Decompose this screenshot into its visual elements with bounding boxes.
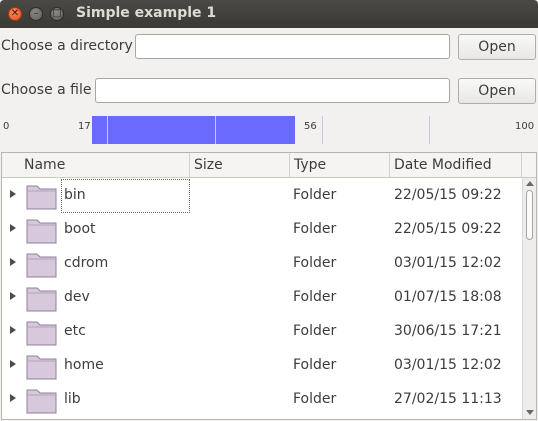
column-name[interactable]: Name bbox=[2, 153, 190, 177]
row-date: 22/05/15 09:22 bbox=[394, 221, 502, 237]
column-size[interactable]: Size bbox=[190, 153, 290, 177]
folder-icon bbox=[26, 389, 57, 414]
tree-row[interactable]: etc Folder 30/06/15 17:21 bbox=[2, 315, 522, 349]
row-date: 22/05/15 09:22 bbox=[394, 187, 502, 203]
expand-arrow-icon[interactable] bbox=[10, 224, 16, 232]
close-window-button[interactable]: ✕ bbox=[8, 7, 22, 21]
row-date: 01/07/15 18:08 bbox=[394, 289, 502, 305]
file-label: Choose a file bbox=[1, 82, 92, 98]
row-type: Folder bbox=[293, 391, 337, 407]
tree-row[interactable]: home Folder 03/01/15 12:02 bbox=[2, 349, 522, 383]
tree-row[interactable]: dev Folder 01/07/15 18:08 bbox=[2, 281, 522, 315]
range-selection[interactable] bbox=[92, 116, 295, 144]
row-type: Folder bbox=[293, 221, 337, 237]
expand-arrow-icon[interactable] bbox=[10, 360, 16, 368]
title-bar: ✕ – □ Simple example 1 bbox=[0, 0, 538, 28]
folder-icon bbox=[26, 287, 57, 312]
row-date: 30/06/15 17:21 bbox=[394, 323, 502, 339]
file-tree-view[interactable]: Name Size Type Date Modified bin Folder 22… bbox=[1, 152, 537, 420]
directory-label: Choose a directory bbox=[1, 38, 133, 54]
row-date: 03/01/15 12:02 bbox=[394, 357, 502, 373]
minimize-window-button[interactable]: – bbox=[29, 7, 43, 21]
row-name: cdrom bbox=[64, 255, 109, 271]
row-type: Folder bbox=[293, 323, 337, 339]
tree-header: Name Size Type Date Modified bbox=[2, 153, 536, 178]
scroll-up-icon[interactable] bbox=[526, 181, 534, 186]
range-low-label: 17 bbox=[78, 121, 91, 132]
range-min-label: 0 bbox=[3, 121, 10, 132]
minimize-icon: – bbox=[33, 8, 39, 19]
open-directory-button[interactable]: Open bbox=[458, 34, 536, 60]
maximize-icon: □ bbox=[52, 8, 62, 19]
row-type: Folder bbox=[293, 357, 337, 373]
close-icon: ✕ bbox=[10, 8, 20, 19]
range-max-label: 100 bbox=[515, 121, 535, 132]
open-file-button[interactable]: Open bbox=[458, 78, 536, 104]
expand-arrow-icon[interactable] bbox=[10, 292, 16, 300]
row-name: etc bbox=[64, 323, 86, 339]
maximize-window-button[interactable]: □ bbox=[50, 7, 64, 21]
row-type: Folder bbox=[293, 255, 337, 271]
row-date: 27/02/15 11:13 bbox=[394, 391, 502, 407]
column-date-modified[interactable]: Date Modified bbox=[390, 153, 522, 177]
expand-arrow-icon[interactable] bbox=[10, 326, 16, 334]
tree-row[interactable]: boot Folder 22/05/15 09:22 bbox=[2, 213, 522, 247]
row-focus-indicator bbox=[61, 179, 190, 213]
range-mid-divider bbox=[215, 116, 216, 144]
expand-arrow-icon[interactable] bbox=[10, 394, 16, 402]
row-name: boot bbox=[64, 221, 96, 237]
row-type: Folder bbox=[293, 289, 337, 305]
range-low-handle[interactable] bbox=[107, 116, 108, 144]
row-name: lib bbox=[64, 391, 81, 407]
folder-icon bbox=[26, 355, 57, 380]
range-guide-line bbox=[322, 116, 323, 144]
folder-icon bbox=[26, 185, 57, 210]
row-type: Folder bbox=[293, 187, 337, 203]
column-type[interactable]: Type bbox=[290, 153, 390, 177]
file-input[interactable] bbox=[95, 78, 450, 103]
folder-icon bbox=[26, 219, 57, 244]
scrollbar-thumb[interactable] bbox=[526, 190, 533, 240]
range-high-label: 56 bbox=[304, 121, 317, 132]
folder-icon bbox=[26, 253, 57, 278]
range-guide-line bbox=[429, 116, 430, 144]
folder-icon bbox=[26, 321, 57, 346]
tree-row[interactable]: lib Folder 27/02/15 11:13 bbox=[2, 383, 522, 417]
directory-input[interactable] bbox=[135, 34, 450, 59]
vertical-scrollbar[interactable] bbox=[522, 178, 536, 419]
row-name: home bbox=[64, 357, 104, 373]
row-date: 03/01/15 12:02 bbox=[394, 255, 502, 271]
tree-row[interactable]: cdrom Folder 03/01/15 12:02 bbox=[2, 247, 522, 281]
window-title: Simple example 1 bbox=[76, 5, 217, 21]
scroll-down-icon[interactable] bbox=[526, 410, 534, 415]
expand-arrow-icon[interactable] bbox=[10, 190, 16, 198]
expand-arrow-icon[interactable] bbox=[10, 258, 16, 266]
row-name: dev bbox=[64, 289, 90, 305]
